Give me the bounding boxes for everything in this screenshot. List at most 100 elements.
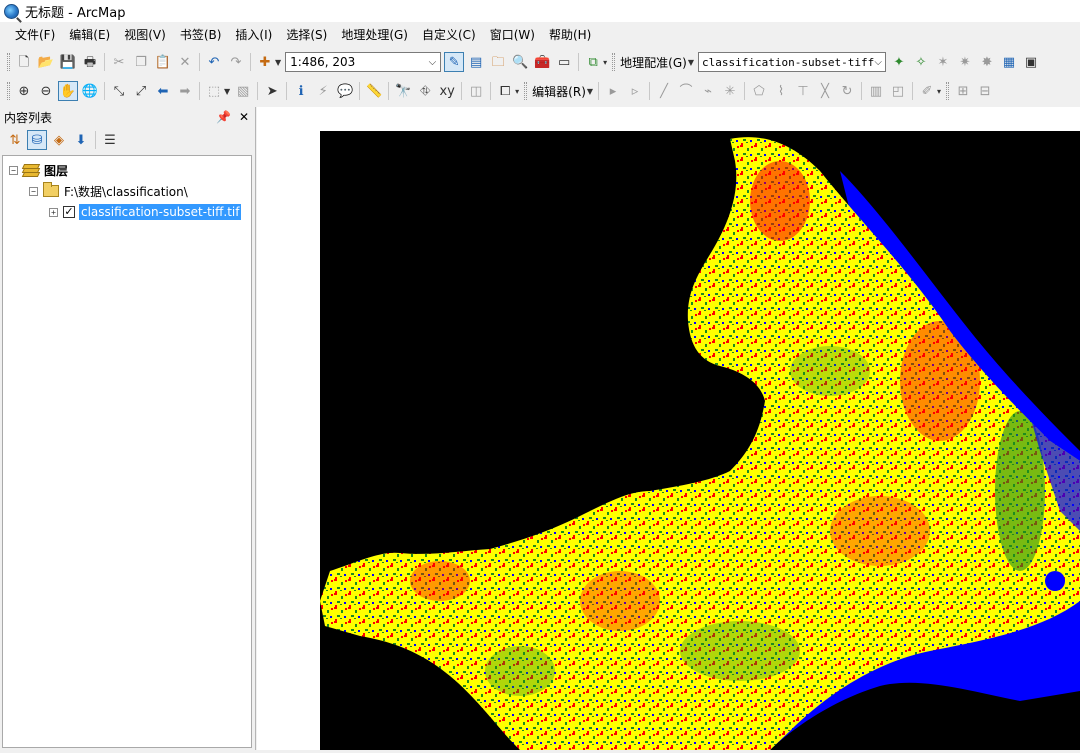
catalog-window-icon[interactable]: 🗀 bbox=[488, 52, 508, 72]
georeferencing-menu[interactable]: 地理配准(G) bbox=[618, 54, 689, 71]
edit-vertices-icon[interactable]: ⬠ bbox=[749, 81, 769, 101]
editor-dropdown-icon[interactable]: ▼ bbox=[587, 87, 593, 96]
menu-bookmarks[interactable]: 书签(B) bbox=[173, 24, 229, 46]
undo-icon[interactable]: ↶ bbox=[204, 52, 224, 72]
cut-icon[interactable]: ✂ bbox=[109, 52, 129, 72]
redo-icon[interactable]: ↷ bbox=[226, 52, 246, 72]
zoom-in-icon[interactable]: ⊕ bbox=[14, 81, 34, 101]
menu-selection[interactable]: 选择(S) bbox=[279, 24, 334, 46]
table-of-contents-icon[interactable]: ▤ bbox=[466, 52, 486, 72]
editor-menu[interactable]: 编辑器(R) bbox=[530, 83, 588, 100]
create-viewer-window-icon[interactable]: ⧠ bbox=[495, 81, 515, 101]
add-control-points-icon[interactable]: ✷ bbox=[955, 52, 975, 72]
map-display[interactable] bbox=[257, 107, 1080, 750]
map-scale-combobox[interactable]: 1:486, 203 ⌵ bbox=[285, 52, 442, 72]
cut-polygons-icon[interactable]: ⊤ bbox=[793, 81, 813, 101]
menu-file[interactable]: 文件(F) bbox=[8, 24, 62, 46]
list-by-drawing-order-icon[interactable]: ⇅ bbox=[5, 130, 25, 150]
clear-selection-icon[interactable]: ▧ bbox=[233, 81, 253, 101]
arctoolbox-icon[interactable]: 🧰 bbox=[532, 52, 552, 72]
save-icon[interactable]: 💾 bbox=[58, 52, 78, 72]
list-by-selection-icon[interactable]: ⬇ bbox=[71, 130, 91, 150]
close-icon[interactable]: ✕ bbox=[239, 110, 249, 124]
list-by-visibility-icon[interactable]: ◈ bbox=[49, 130, 69, 150]
select-features-icon[interactable]: ⬚ bbox=[204, 81, 224, 101]
search-window-icon[interactable]: 🔍 bbox=[510, 52, 530, 72]
modelbuilder-icon[interactable]: ⧉ bbox=[583, 52, 603, 72]
add-data-dropdown-icon[interactable]: ▼ bbox=[275, 58, 281, 67]
delete-icon[interactable]: ✕ bbox=[175, 52, 195, 72]
viewer-icon[interactable]: ▣ bbox=[1021, 52, 1041, 72]
chevron-down-icon[interactable]: ⌵ bbox=[429, 57, 437, 68]
split-tool-icon[interactable]: ╳ bbox=[815, 81, 835, 101]
menu-windows[interactable]: 窗口(W) bbox=[483, 24, 542, 46]
copy-icon[interactable]: ❐ bbox=[131, 52, 151, 72]
toolbar-grip[interactable] bbox=[524, 82, 528, 100]
menu-geoprocessing[interactable]: 地理处理(G) bbox=[334, 24, 415, 46]
tree-row-folder[interactable]: − F:\数据\classification\ bbox=[29, 181, 188, 201]
html-popup-icon[interactable]: 💬 bbox=[335, 81, 355, 101]
pan-hand-icon[interactable]: ✋ bbox=[58, 81, 78, 101]
chevron-down-icon[interactable]: ⌵ bbox=[874, 57, 882, 68]
editor-toolbar-toggle-icon[interactable]: ✎ bbox=[444, 52, 465, 72]
georeferencing-dropdown-icon[interactable]: ▼ bbox=[688, 58, 694, 67]
toolbar-overflow-icon[interactable]: ▾ bbox=[603, 58, 607, 67]
select-features-dropdown-icon[interactable]: ▼ bbox=[224, 87, 230, 96]
menu-view[interactable]: 视图(V) bbox=[117, 24, 173, 46]
end-point-arc-icon[interactable]: ⌒ bbox=[676, 81, 696, 101]
view-link-table-icon[interactable]: ✸ bbox=[977, 52, 997, 72]
attributes-icon[interactable]: ▥ bbox=[866, 81, 886, 101]
menu-customize[interactable]: 自定义(C) bbox=[415, 24, 483, 46]
hyperlink-icon[interactable]: ⚡ bbox=[313, 81, 333, 101]
tree-row-layers[interactable]: − 图层 bbox=[9, 160, 68, 180]
select-elements-arrow-icon[interactable]: ➤ bbox=[262, 81, 282, 101]
layer-visibility-checkbox[interactable]: ✓ bbox=[63, 206, 75, 218]
menu-help[interactable]: 帮助(H) bbox=[542, 24, 598, 46]
open-folder-icon[interactable]: 📂 bbox=[36, 52, 56, 72]
time-slider-icon[interactable]: ◫ bbox=[466, 81, 486, 101]
extra-tool-icon[interactable]: ⊞ bbox=[953, 81, 973, 101]
toolbar-grip[interactable] bbox=[7, 82, 10, 100]
find-route-icon[interactable]: ⛗ bbox=[415, 81, 435, 101]
measure-icon[interactable]: 📏 bbox=[364, 81, 384, 101]
tree-row-layer[interactable]: + ✓ classification-subset-tiff.tif bbox=[49, 202, 242, 222]
python-window-icon[interactable]: ▭ bbox=[554, 52, 574, 72]
point-icon[interactable]: ✳ bbox=[720, 81, 740, 101]
reshape-feature-icon[interactable]: ⌇ bbox=[771, 81, 791, 101]
collapse-icon[interactable]: − bbox=[29, 186, 38, 196]
add-data-icon[interactable]: ✚ bbox=[255, 52, 275, 72]
auto-registration-icon[interactable]: ✶ bbox=[933, 52, 953, 72]
go-to-xy-icon[interactable]: xy bbox=[437, 81, 457, 101]
collapse-icon[interactable]: − bbox=[9, 165, 18, 175]
toc-options-icon[interactable]: ☰ bbox=[100, 130, 120, 150]
full-extent-globe-icon[interactable]: 🌐 bbox=[80, 81, 100, 101]
menu-edit[interactable]: 编辑(E) bbox=[62, 24, 117, 46]
new-document-icon[interactable]: 🗋 bbox=[14, 52, 34, 72]
map-canvas[interactable] bbox=[320, 131, 1080, 750]
toolbar-grip[interactable] bbox=[946, 82, 950, 100]
fixed-zoom-out-icon[interactable]: ⤢ bbox=[131, 81, 151, 101]
menu-insert[interactable]: 插入(I) bbox=[228, 24, 279, 46]
trace-icon[interactable]: ⌁ bbox=[698, 81, 718, 101]
expand-icon[interactable]: + bbox=[49, 207, 58, 217]
paste-icon[interactable]: 📋 bbox=[153, 52, 173, 72]
toolbar-overflow-icon[interactable]: ▾ bbox=[515, 87, 519, 96]
edit-annotation-icon[interactable]: ▹ bbox=[625, 81, 645, 101]
shift-icon[interactable]: ✧ bbox=[911, 52, 931, 72]
find-binoculars-icon[interactable]: 🔭 bbox=[393, 81, 413, 101]
georeferencing-layer-select[interactable]: classification-subset-tiff ⌵ bbox=[698, 52, 886, 72]
zoom-out-icon[interactable]: ⊖ bbox=[36, 81, 56, 101]
toolbar-grip[interactable] bbox=[612, 53, 616, 71]
print-icon[interactable]: 🖶 bbox=[80, 52, 100, 72]
layer-name-label[interactable]: classification-subset-tiff.tif bbox=[79, 204, 242, 220]
go-forward-arrow-icon[interactable]: ➡ bbox=[175, 81, 195, 101]
go-back-arrow-icon[interactable]: ⬅ bbox=[153, 81, 173, 101]
edit-tool-icon[interactable]: ▸ bbox=[603, 81, 623, 101]
pin-icon[interactable]: 📌 bbox=[216, 110, 231, 124]
rotate-icon[interactable]: ✦ bbox=[889, 52, 909, 72]
extra-tool-icon[interactable]: ⊟ bbox=[975, 81, 995, 101]
rotate-tool-icon[interactable]: ↻ bbox=[837, 81, 857, 101]
fixed-zoom-in-icon[interactable]: ⤡ bbox=[109, 81, 129, 101]
toolbar-grip[interactable] bbox=[7, 53, 10, 71]
identify-icon[interactable]: ℹ bbox=[291, 81, 311, 101]
